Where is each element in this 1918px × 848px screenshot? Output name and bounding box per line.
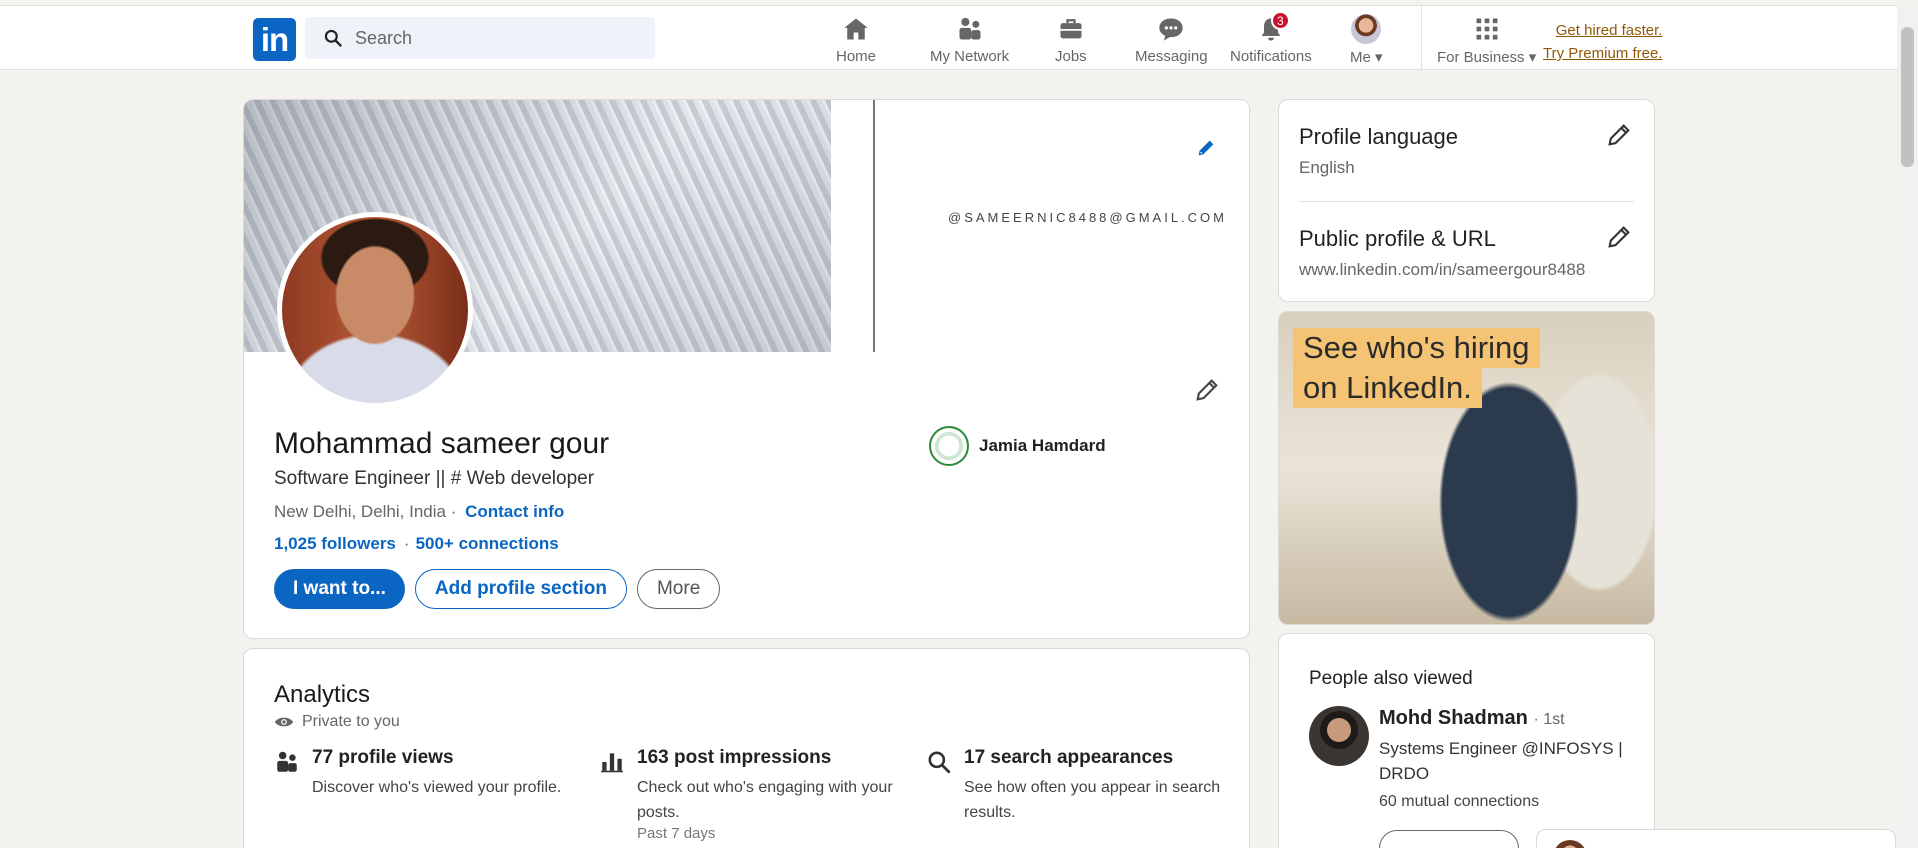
notification-badge: 3	[1270, 11, 1290, 30]
linkedin-logo[interactable]: in	[253, 18, 296, 61]
nav-notifications-label: Notifications	[1230, 48, 1312, 65]
nav-jobs-label: Jobs	[1055, 48, 1087, 65]
analytics-search-appearances[interactable]: 17 search appearances See how often you …	[926, 747, 1226, 825]
pencil-icon	[1196, 379, 1218, 401]
analytics-post-impressions[interactable]: 163 post impressions Check out who's eng…	[599, 747, 899, 842]
person-mutual: 60 mutual connections	[1379, 793, 1540, 810]
scroll-thumb[interactable]	[1901, 27, 1914, 167]
pencil-icon	[1608, 124, 1630, 146]
analytics-card: Analytics Private to you 77 profile view…	[243, 648, 1250, 848]
school-logo	[929, 426, 969, 466]
nav-my-network-label: My Network	[930, 48, 1010, 65]
school-name: Jamia Hamdard	[979, 436, 1106, 455]
more-button[interactable]: More	[636, 569, 721, 609]
profile-headline: Software Engineer || # Web developer	[274, 468, 595, 489]
profile-views-title[interactable]: 77 profile views	[312, 747, 574, 769]
nav-messaging[interactable]: Messaging	[1135, 14, 1208, 70]
cover-email: @SAMEERNIC8488@GMAIL.COM	[948, 210, 1227, 225]
messaging-icon	[1159, 18, 1183, 41]
i-want-to-button[interactable]: I want to...	[274, 569, 405, 609]
top-nav: in Home My Network Jobs Messaging 3 Noti…	[0, 5, 1897, 71]
ad-headline-1: See who's hiring	[1293, 328, 1540, 368]
nav-home[interactable]: Home	[836, 14, 876, 70]
page-scrollbar[interactable]	[1897, 5, 1918, 848]
profile-name: Mohammad sameer gour	[274, 427, 610, 460]
education-school[interactable]: Jamia Hamdard	[929, 426, 1106, 466]
pencil-icon	[1198, 140, 1214, 156]
people-icon	[277, 751, 297, 772]
analytics-private: Private to you	[274, 713, 400, 731]
profile-stats: 1,025 followers · 500+ connections	[274, 534, 559, 554]
post-impressions-period: Past 7 days	[637, 825, 716, 842]
nav-divider	[1421, 6, 1422, 71]
nav-messaging-label: Messaging	[1135, 48, 1208, 65]
nav-me[interactable]: Me ▾	[1350, 14, 1383, 70]
cover-divider	[873, 100, 875, 352]
search-input[interactable]	[355, 27, 645, 49]
edit-url-button[interactable]	[1604, 222, 1634, 252]
profile-views-desc: Discover who's viewed your profile.	[312, 779, 562, 796]
chevron-down-icon: ▾	[1375, 49, 1383, 66]
connection-degree: · 1st	[1533, 711, 1565, 728]
grid-icon	[1476, 18, 1498, 40]
get-hired-link[interactable]: Get hired faster.	[1543, 19, 1663, 42]
people-also-viewed-card: People also viewed Mohd Shadman · 1st Sy…	[1278, 633, 1655, 848]
messaging-overlay[interactable]	[1536, 829, 1896, 848]
briefcase-icon	[1060, 19, 1082, 39]
person-avatar[interactable]	[1309, 706, 1369, 766]
home-icon	[844, 18, 868, 40]
hiring-ad-banner[interactable]: See who's hiring on LinkedIn.	[1278, 311, 1655, 625]
ad-headline-2: on LinkedIn.	[1293, 368, 1482, 408]
profile-actions: I want to... Add profile section More	[274, 569, 721, 609]
profile-location: New Delhi, Delhi, India · Contact info	[274, 502, 564, 522]
add-profile-section-button[interactable]: Add profile section	[414, 569, 627, 609]
profile-language-title: Profile language	[1299, 124, 1459, 149]
people-also-viewed-title: People also viewed	[1309, 668, 1473, 689]
premium-promo: Get hired faster. Try Premium free.	[1543, 19, 1662, 65]
search-bar[interactable]	[305, 17, 655, 59]
person-headline: Systems Engineer @INFOSYS | DRDO	[1379, 739, 1623, 783]
messaging-avatar	[1553, 840, 1587, 848]
settings-divider	[1299, 201, 1634, 202]
bar-chart-icon	[601, 753, 623, 773]
nav-my-network[interactable]: My Network	[930, 14, 1009, 70]
analytics-profile-views[interactable]: 77 profile views Discover who's viewed y…	[274, 747, 574, 800]
nav-notifications[interactable]: 3 Notifications	[1230, 11, 1312, 70]
nav-jobs[interactable]: Jobs	[1055, 14, 1087, 70]
network-icon	[959, 17, 981, 40]
public-profile-url: www.linkedin.com/in/sameergour8488	[1299, 260, 1586, 279]
contact-info-link[interactable]: Contact info	[465, 502, 564, 521]
public-profile-title: Public profile & URL	[1299, 226, 1496, 251]
profile-photo[interactable]	[277, 212, 473, 408]
edit-intro-button[interactable]	[1191, 374, 1223, 406]
private-label: Private to you	[302, 713, 400, 730]
edit-language-button[interactable]	[1604, 120, 1634, 150]
analytics-title: Analytics	[274, 681, 371, 708]
profile-card: @SAMEERNIC8488@GMAIL.COM Mohammad sameer…	[243, 99, 1250, 639]
search-appearances-title[interactable]: 17 search appearances	[964, 747, 1226, 769]
search-icon	[324, 29, 342, 47]
search-appearances-desc: See how often you appear in search resul…	[964, 779, 1221, 821]
search-icon	[928, 751, 951, 774]
nav-home-label: Home	[836, 48, 877, 65]
followers-link[interactable]: 1,025 followers	[274, 534, 396, 553]
post-impressions-title[interactable]: 163 post impressions	[637, 747, 899, 769]
stats-separator: ·	[403, 534, 410, 553]
nav-me-label: Me ▾	[1350, 49, 1383, 66]
person-name[interactable]: Mohd Shadman · 1st	[1379, 707, 1565, 730]
connections-link[interactable]: 500+ connections	[416, 534, 559, 553]
pencil-icon	[1608, 226, 1630, 248]
chevron-down-icon: ▾	[1528, 49, 1537, 66]
eye-icon	[274, 717, 294, 727]
post-impressions-desc: Check out who's engaging with your posts…	[637, 779, 893, 821]
nav-for-business[interactable]: For Business ▾	[1437, 14, 1536, 70]
location-text: New Delhi, Delhi, India ·	[274, 502, 457, 521]
edit-cover-button[interactable]	[1192, 134, 1220, 162]
me-avatar	[1351, 14, 1382, 44]
profile-settings-card: Profile language English Public profile …	[1278, 99, 1655, 302]
try-premium-link[interactable]: Try Premium free.	[1543, 42, 1662, 65]
person-message-button[interactable]	[1379, 830, 1519, 848]
nav-for-business-label: For Business ▾	[1437, 49, 1537, 66]
profile-language-value: English	[1299, 158, 1355, 177]
